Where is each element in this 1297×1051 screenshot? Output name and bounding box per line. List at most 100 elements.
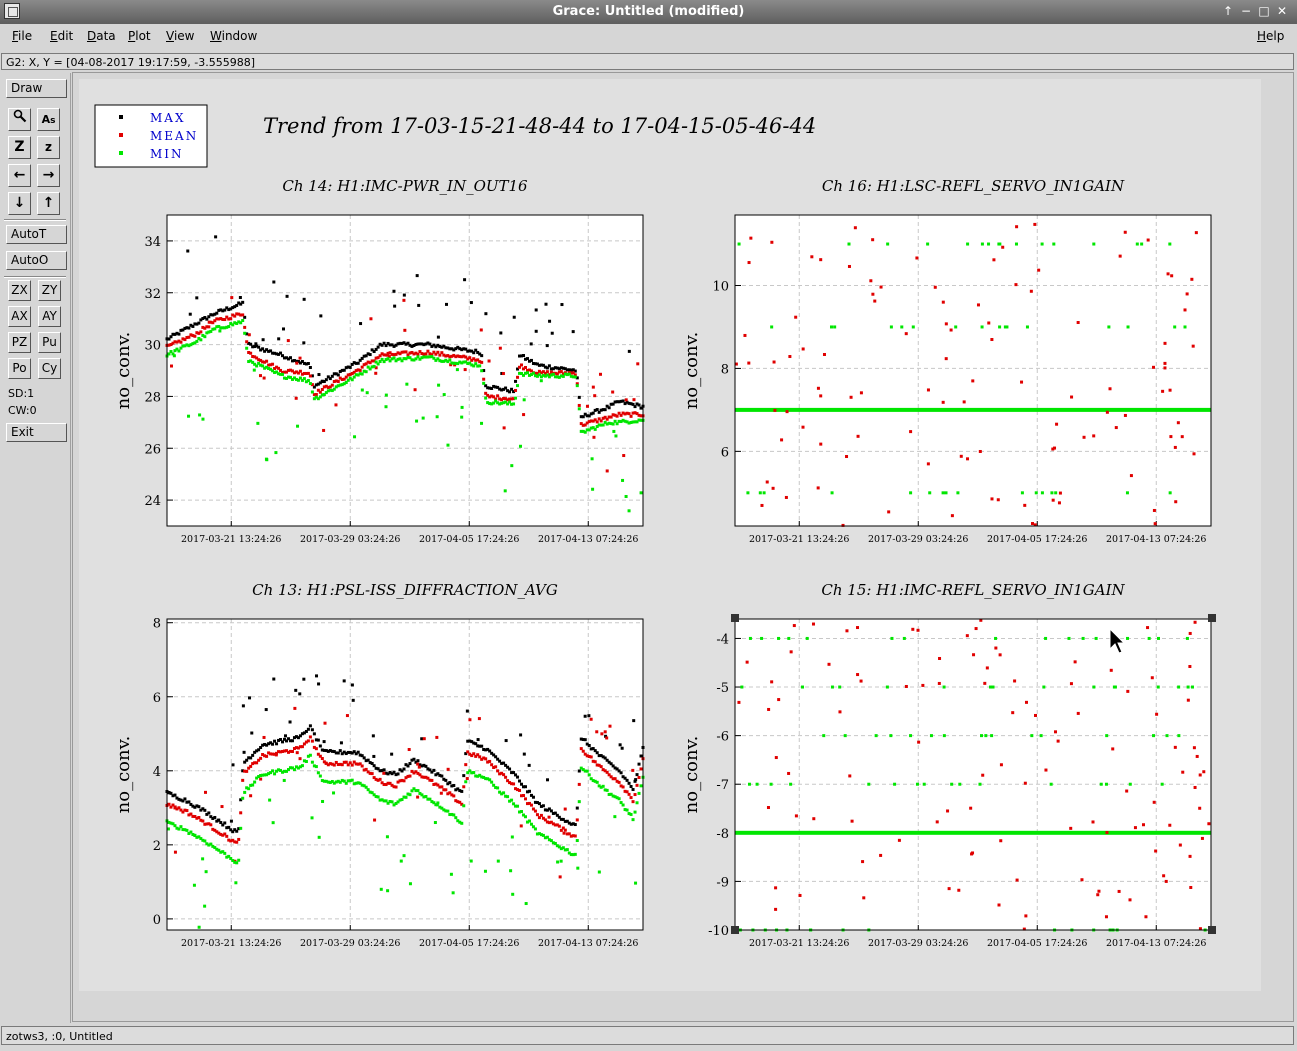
- scroll-left-icon[interactable]: ←: [8, 164, 31, 187]
- scroll-up-icon[interactable]: ↑: [37, 192, 60, 215]
- y-tick-label: 30: [144, 339, 161, 354]
- menu-plot[interactable]: Plot: [128, 29, 151, 43]
- zoom-x-button[interactable]: ZX: [8, 280, 31, 301]
- autoscale-x-button[interactable]: AX: [8, 306, 31, 327]
- data-point-max: [324, 378, 328, 382]
- outlier-max: [571, 330, 575, 334]
- autoscale-button[interactable]: AutoT: [6, 225, 67, 244]
- scroll-down-icon[interactable]: ↓: [8, 192, 31, 215]
- maximize-up-icon[interactable]: ↑: [1220, 3, 1236, 19]
- data-point-min: [185, 828, 189, 832]
- data-point-mean: [819, 442, 823, 446]
- data-point-mean: [613, 777, 617, 781]
- outlier-mean: [479, 328, 483, 332]
- data-point-mean: [1163, 366, 1167, 370]
- data-point-mean: [859, 679, 863, 683]
- data-point-mean: [573, 834, 577, 838]
- data-point-mean: [780, 438, 784, 442]
- zoom-magnifier-icon[interactable]: [8, 108, 31, 131]
- data-point-mean: [1193, 620, 1197, 624]
- cycle-button[interactable]: Cy: [38, 358, 61, 379]
- outlier-min: [282, 778, 286, 782]
- data-point-min: [1040, 491, 1044, 495]
- data-point-min: [281, 372, 285, 376]
- data-point-min: [1173, 325, 1177, 329]
- data-point-mean: [308, 374, 312, 378]
- outlier-max: [371, 734, 375, 738]
- data-point-mean: [539, 813, 543, 817]
- outlier-min: [503, 489, 507, 493]
- data-point-mean: [1161, 389, 1165, 393]
- outlier-mean: [204, 790, 208, 794]
- outlier-max: [283, 734, 287, 738]
- data-point-min: [472, 771, 476, 775]
- plot-canvas[interactable]: MAX MEAN MIN Trend from 17-03-15-21-48-4…: [73, 73, 1293, 1021]
- push-button[interactable]: Pu: [38, 332, 61, 353]
- outlier-min: [510, 835, 514, 839]
- outlier-max: [241, 704, 245, 708]
- outlier-mean: [446, 767, 450, 771]
- text-tool-icon[interactable]: As: [37, 108, 60, 131]
- data-point-min: [304, 759, 308, 763]
- data-point-max: [629, 785, 633, 789]
- zoom-out-icon[interactable]: z: [37, 136, 60, 159]
- maximize-icon[interactable]: □: [1256, 3, 1272, 19]
- graph-title: Ch 14: H1:IMC-PWR_IN_OUT16: [282, 177, 528, 195]
- data-point-max: [583, 738, 587, 742]
- draw-button[interactable]: Draw: [6, 79, 67, 98]
- data-point-mean: [1152, 508, 1156, 512]
- outlier-max: [272, 280, 276, 284]
- x-tick-label: 2017-04-13 07:24:26: [1106, 938, 1206, 949]
- canvas-area[interactable]: MAX MEAN MIN Trend from 17-03-15-21-48-4…: [72, 72, 1294, 1022]
- data-point-mean: [994, 646, 998, 650]
- data-point-mean: [496, 394, 500, 398]
- outlier-mean: [477, 717, 481, 721]
- data-point-min: [223, 851, 227, 855]
- data-point-min: [942, 685, 946, 689]
- outlier-min: [365, 391, 369, 395]
- menu-data[interactable]: Data: [87, 29, 116, 43]
- data-point-mean: [241, 778, 245, 782]
- legend[interactable]: MAX MEAN MIN: [94, 104, 208, 168]
- data-point-mean: [798, 893, 802, 897]
- outlier-min: [201, 857, 205, 861]
- menu-view[interactable]: View: [166, 29, 194, 43]
- exit-button[interactable]: Exit: [6, 423, 67, 442]
- menu-file[interactable]: File: [12, 29, 32, 43]
- data-point-mean: [773, 408, 777, 412]
- data-point-mean: [1070, 395, 1074, 399]
- data-point-mean: [969, 806, 973, 810]
- data-point-min: [621, 803, 625, 807]
- handle-top-left[interactable]: [731, 614, 739, 622]
- handle-bottom-right[interactable]: [1208, 926, 1216, 934]
- data-point-min: [789, 782, 793, 786]
- data-point-mean: [241, 313, 245, 317]
- data-point-mean: [897, 838, 901, 842]
- outlier-mean: [258, 374, 262, 378]
- data-point-mean: [801, 347, 805, 351]
- data-point-mean: [444, 788, 448, 792]
- handle-top-right[interactable]: [1208, 614, 1216, 622]
- scroll-right-icon[interactable]: →: [37, 164, 60, 187]
- autoscale-on-button[interactable]: AutoO: [6, 251, 67, 270]
- outlier-min: [271, 821, 275, 825]
- menu-help[interactable]: Help: [1257, 29, 1284, 43]
- data-point-max: [279, 351, 283, 355]
- zoom-y-button[interactable]: ZY: [38, 280, 61, 301]
- pop-button[interactable]: Po: [8, 358, 31, 379]
- push-zoom-button[interactable]: PZ: [8, 332, 31, 353]
- outlier-min: [509, 869, 513, 873]
- close-icon[interactable]: ✕: [1274, 3, 1290, 19]
- data-point-mean: [1188, 854, 1192, 858]
- data-point-mean: [971, 379, 975, 383]
- autoscale-y-button[interactable]: AY: [38, 306, 61, 327]
- menu-window[interactable]: Window: [210, 29, 257, 43]
- data-point-min: [639, 784, 643, 788]
- zoom-in-icon[interactable]: Z: [8, 136, 31, 159]
- data-point-min: [506, 795, 510, 799]
- minimize-icon[interactable]: −: [1238, 3, 1254, 19]
- outlier-mean: [249, 794, 253, 798]
- handle-bottom-left[interactable]: [731, 926, 739, 934]
- data-point-mean: [523, 797, 527, 801]
- menu-edit[interactable]: Edit: [50, 29, 73, 43]
